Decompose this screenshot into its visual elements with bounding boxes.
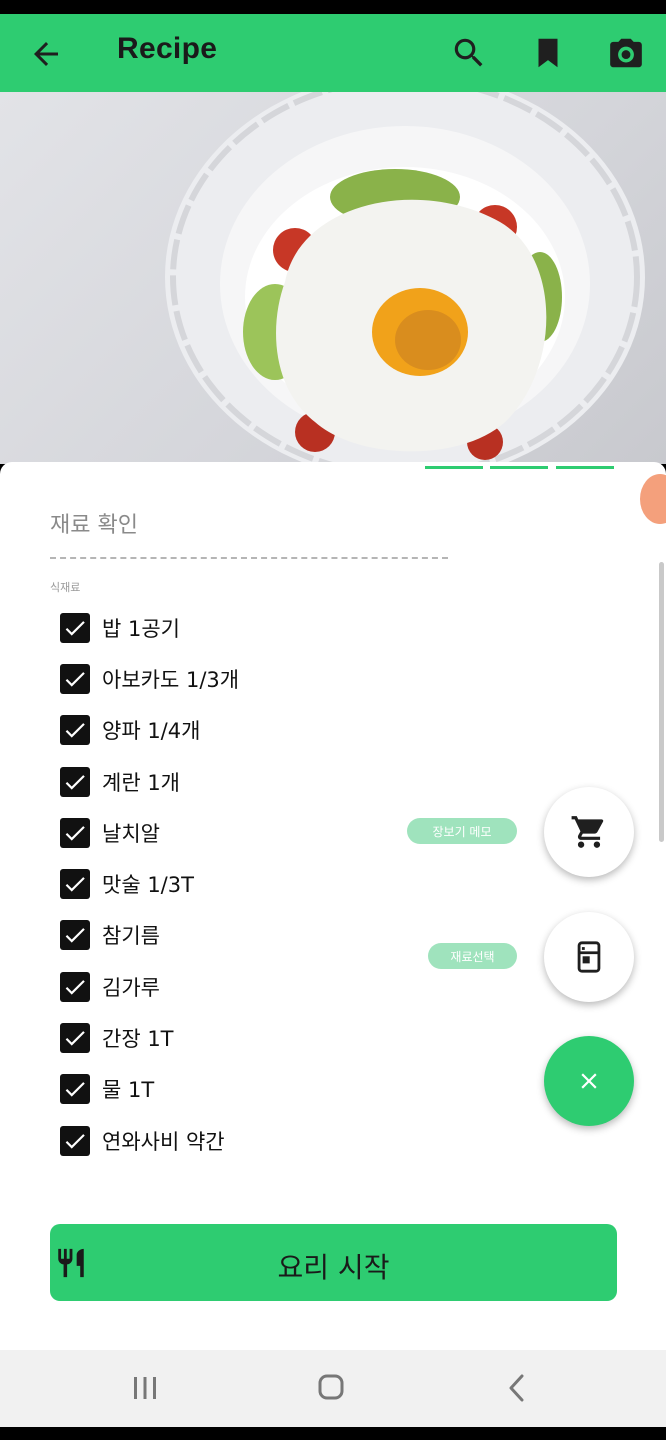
ingredients-sub-label: 식재료 <box>50 581 81 594</box>
checkbox[interactable] <box>60 766 90 797</box>
checkmark-icon <box>65 1082 85 1097</box>
ingredient-item[interactable]: 연와사비 약간 <box>60 1115 239 1166</box>
recipe-photo <box>0 92 666 464</box>
fried-egg-bowl-image <box>165 92 645 464</box>
checkbox[interactable] <box>60 971 90 1002</box>
ingredient-label: 간장 1T <box>102 1027 174 1052</box>
checkmark-icon <box>65 1133 85 1149</box>
ingredient-item[interactable]: 양파 1/4개 <box>60 705 239 756</box>
ingredient-label: 물 1T <box>102 1078 155 1103</box>
shopping-memo-label[interactable]: 장보기 메모 <box>407 818 517 844</box>
ingredient-label: 양파 1/4개 <box>102 719 201 744</box>
recent-apps-icon[interactable] <box>125 1370 165 1406</box>
search-icon[interactable] <box>450 34 488 72</box>
divider <box>50 557 448 559</box>
checkmark-icon <box>65 979 85 995</box>
checkmark-icon <box>65 672 85 687</box>
close-fab[interactable] <box>544 1036 634 1126</box>
tab-indicator <box>490 458 548 469</box>
shopping-memo-fab[interactable] <box>544 787 634 877</box>
checkbox[interactable] <box>60 1023 90 1054</box>
start-cooking-label: 요리 시작 <box>277 1251 390 1284</box>
ingredient-label: 밥 1공기 <box>102 616 180 641</box>
checkbox[interactable] <box>60 920 90 951</box>
status-bar <box>0 0 666 14</box>
ingredient-label: 연와사비 약간 <box>102 1129 225 1154</box>
scrollbar[interactable] <box>659 562 664 842</box>
checkmark-icon <box>65 620 85 636</box>
system-nav-bar <box>0 1350 666 1427</box>
home-icon[interactable] <box>311 1370 351 1406</box>
checkmark-icon <box>65 825 85 841</box>
checkmark-icon <box>65 928 85 944</box>
bottom-bezel <box>0 1427 666 1440</box>
ingredient-item[interactable]: 날치알 <box>60 807 239 858</box>
checkmark-icon <box>65 723 85 738</box>
tab-indicator <box>556 458 614 469</box>
ingredient-item[interactable]: 참기름 <box>60 910 239 961</box>
ingredients-sheet: 재료 확인 식재료 밥 1공기 아보카도 1/3개 양파 1/4개 계란 1개 … <box>0 462 666 1350</box>
checkmark-icon <box>65 774 85 790</box>
ingredient-item[interactable]: 밥 1공기 <box>60 602 239 653</box>
checkbox[interactable] <box>60 1074 90 1105</box>
checkbox[interactable] <box>60 869 90 900</box>
app-bar: Recipe <box>0 14 666 92</box>
ingredient-item[interactable]: 계란 1개 <box>60 756 239 807</box>
ingredient-label: 계란 1개 <box>102 770 180 795</box>
ingredient-select-fab[interactable] <box>544 912 634 1002</box>
nav-back-icon[interactable] <box>498 1370 538 1406</box>
ingredient-item[interactable]: 간장 1T <box>60 1012 239 1063</box>
close-icon <box>581 1073 597 1089</box>
ingredient-select-label[interactable]: 재료선택 <box>428 943 517 969</box>
ingredient-item[interactable]: 김가루 <box>60 961 239 1012</box>
fridge-icon <box>577 941 601 973</box>
ingredient-label: 김가루 <box>102 975 160 1000</box>
ingredient-item[interactable]: 맛술 1/3T <box>60 858 239 909</box>
bookmark-icon[interactable] <box>529 34 567 72</box>
ingredient-label: 참기름 <box>102 924 160 949</box>
ingredient-label: 날치알 <box>102 821 160 846</box>
section-title: 재료 확인 <box>50 513 138 538</box>
ingredient-list: 밥 1공기 아보카도 1/3개 양파 1/4개 계란 1개 날치알 맛술 1/3… <box>60 602 239 1166</box>
checkbox[interactable] <box>60 1125 90 1156</box>
ingredient-item[interactable]: 물 1T <box>60 1064 239 1115</box>
ingredient-label: 아보카도 1/3개 <box>102 667 240 692</box>
edge-indicator <box>640 474 666 524</box>
tab-indicator <box>425 458 483 469</box>
ingredient-label: 맛술 1/3T <box>102 873 194 898</box>
start-cooking-button[interactable]: 요리 시작 <box>50 1224 617 1301</box>
checkbox[interactable] <box>60 817 90 848</box>
ingredient-item[interactable]: 아보카도 1/3개 <box>60 653 239 704</box>
checkbox[interactable] <box>60 612 90 643</box>
checkmark-icon <box>65 1031 85 1046</box>
checkmark-icon <box>65 877 85 892</box>
app-title: Recipe <box>117 32 218 65</box>
back-arrow-icon[interactable] <box>28 36 64 72</box>
checkbox[interactable] <box>60 715 90 746</box>
checkbox[interactable] <box>60 663 90 694</box>
cart-icon <box>571 816 604 848</box>
camera-icon[interactable] <box>607 34 645 72</box>
